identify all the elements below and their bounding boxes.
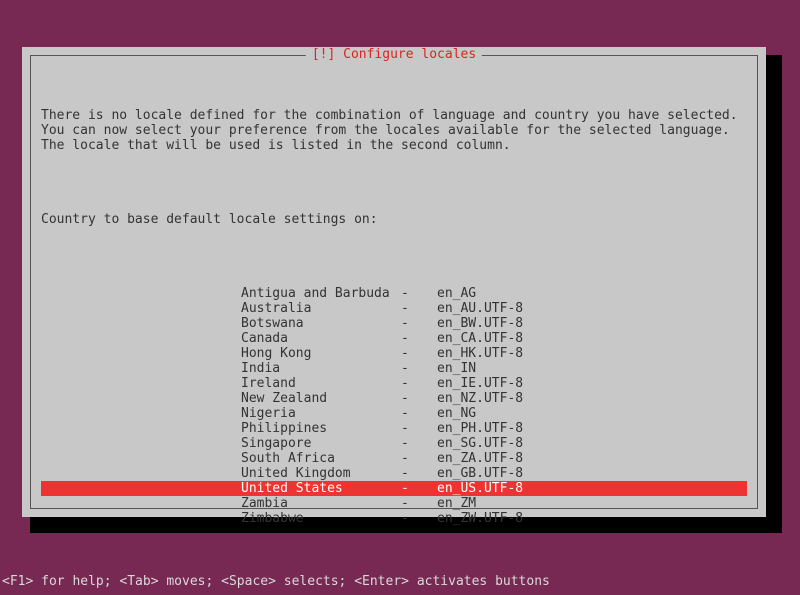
locale-country: Zambia [241,496,401,511]
locale-country: Zimbabwe [241,511,401,526]
screen: [!] Configure locales There is no locale… [0,0,800,595]
locale-separator: - [401,511,437,526]
locale-row[interactable]: South Africa-en_ZA.UTF-8 [41,451,747,466]
locale-row[interactable]: Botswana-en_BW.UTF-8 [41,316,747,331]
locale-row[interactable]: Canada-en_CA.UTF-8 [41,331,747,346]
locale-country: Antigua and Barbuda [241,286,401,301]
dialog-title: [!] Configure locales [306,47,482,62]
dialog-border: [!] Configure locales There is no locale… [30,55,758,509]
locale-code: en_NG [437,406,557,421]
locale-separator: - [401,346,437,361]
locale-code: en_BW.UTF-8 [437,316,557,331]
locale-code: en_AG [437,286,557,301]
locale-country: Singapore [241,436,401,451]
dialog-body: There is no locale defined for the combi… [31,56,757,595]
locale-separator: - [401,286,437,301]
locale-country: Philippines [241,421,401,436]
configure-locales-dialog: [!] Configure locales There is no locale… [22,47,766,517]
locale-country: Canada [241,331,401,346]
locale-code: en_US.UTF-8 [437,481,557,496]
locale-country: New Zealand [241,391,401,406]
locale-country: Botswana [241,316,401,331]
locale-row[interactable]: Zambia-en_ZM [41,496,747,511]
locale-country: United States [241,481,401,496]
locale-row[interactable]: Philippines-en_PH.UTF-8 [41,421,747,436]
dialog-prompt: Country to base default locale settings … [41,212,747,227]
locale-row[interactable]: United States-en_US.UTF-8 [41,481,747,496]
locale-list[interactable]: Antigua and Barbuda-en_AGAustralia-en_AU… [41,286,747,526]
locale-code: en_AU.UTF-8 [437,301,557,316]
locale-code: en_SG.UTF-8 [437,436,557,451]
locale-row[interactable]: Singapore-en_SG.UTF-8 [41,436,747,451]
status-bar: <F1> for help; <Tab> moves; <Space> sele… [0,574,800,589]
locale-separator: - [401,451,437,466]
locale-code: en_PH.UTF-8 [437,421,557,436]
locale-separator: - [401,391,437,406]
dialog-paragraph: There is no locale defined for the combi… [41,108,747,153]
locale-code: en_IN [437,361,557,376]
locale-country: Ireland [241,376,401,391]
locale-row[interactable]: Hong Kong-en_HK.UTF-8 [41,346,747,361]
locale-row[interactable]: Ireland-en_IE.UTF-8 [41,376,747,391]
locale-row[interactable]: Nigeria-en_NG [41,406,747,421]
locale-separator: - [401,376,437,391]
locale-country: Nigeria [241,406,401,421]
locale-code: en_HK.UTF-8 [437,346,557,361]
locale-code: en_ZW.UTF-8 [437,511,557,526]
locale-row[interactable]: New Zealand-en_NZ.UTF-8 [41,391,747,406]
locale-row[interactable]: Zimbabwe-en_ZW.UTF-8 [41,511,747,526]
locale-code: en_ZA.UTF-8 [437,451,557,466]
locale-code: en_IE.UTF-8 [437,376,557,391]
locale-country: South Africa [241,451,401,466]
locale-separator: - [401,406,437,421]
locale-separator: - [401,466,437,481]
locale-separator: - [401,361,437,376]
locale-country: United Kingdom [241,466,401,481]
locale-country: Australia [241,301,401,316]
locale-row[interactable]: United Kingdom-en_GB.UTF-8 [41,466,747,481]
locale-row[interactable]: Antigua and Barbuda-en_AG [41,286,747,301]
locale-code: en_ZM [437,496,557,511]
locale-country: Hong Kong [241,346,401,361]
locale-separator: - [401,331,437,346]
locale-separator: - [401,496,437,511]
locale-code: en_NZ.UTF-8 [437,391,557,406]
locale-separator: - [401,301,437,316]
locale-separator: - [401,481,437,496]
locale-separator: - [401,421,437,436]
locale-row[interactable]: Australia-en_AU.UTF-8 [41,301,747,316]
locale-code: en_GB.UTF-8 [437,466,557,481]
locale-country: India [241,361,401,376]
locale-code: en_CA.UTF-8 [437,331,557,346]
locale-separator: - [401,316,437,331]
locale-row[interactable]: India-en_IN [41,361,747,376]
locale-separator: - [401,436,437,451]
